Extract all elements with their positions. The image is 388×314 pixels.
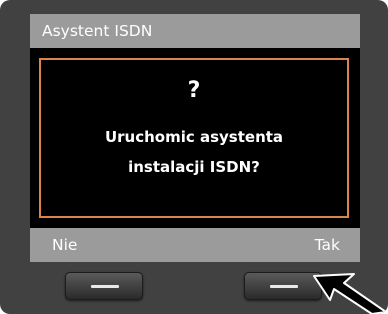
dialog-screen: ? Uruchomic asystenta instalacji ISDN?: [30, 48, 360, 228]
softkey-label-no: Nie: [52, 236, 78, 254]
question-mark-icon: ?: [187, 78, 201, 103]
pointer-arrow-icon: [313, 273, 387, 314]
dash-icon: [91, 285, 119, 288]
title-bar: Asystent ISDN: [30, 14, 360, 48]
dialog-message-line-1: Uruchomic asystenta: [104, 128, 284, 146]
dialog-message-line-2: instalacji ISDN?: [128, 158, 260, 176]
left-softkey-button[interactable]: [65, 272, 143, 300]
phone-display: Asystent ISDN ? Uruchomic asystenta inst…: [0, 0, 388, 314]
dialog-frame: ? Uruchomic asystenta instalacji ISDN?: [39, 58, 349, 218]
softkey-label-yes: Tak: [314, 236, 340, 254]
dash-icon: [270, 285, 298, 288]
softkey-bar: Nie Tak: [30, 228, 360, 262]
title-text: Asystent ISDN: [42, 22, 153, 40]
